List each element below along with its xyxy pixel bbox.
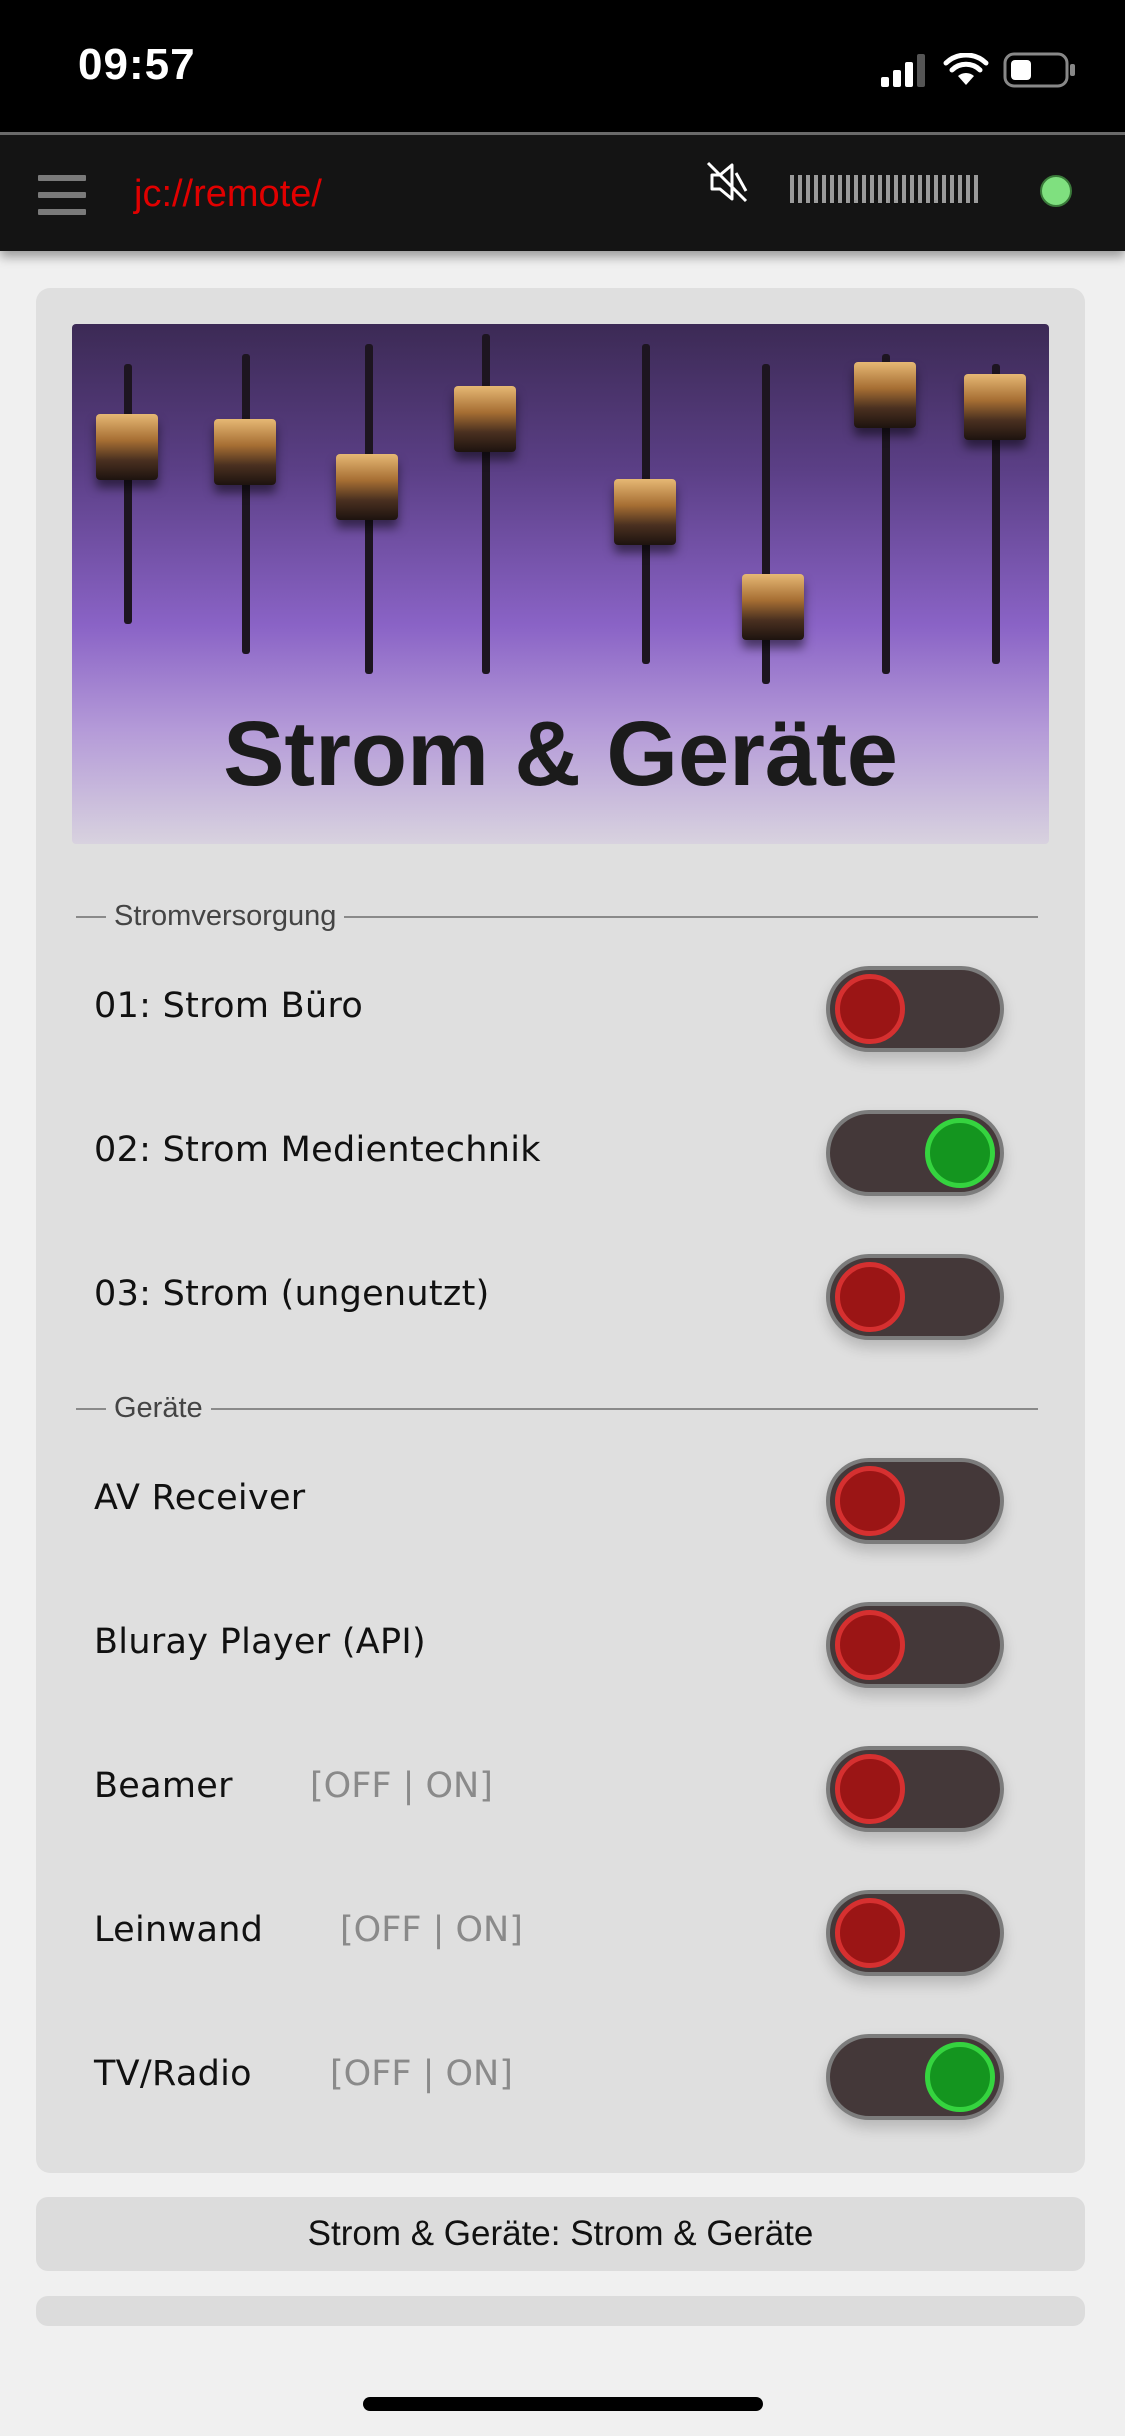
row-label: TV/Radio — [94, 2054, 252, 2094]
home-indicator[interactable] — [363, 2397, 763, 2411]
battery-icon — [1003, 52, 1075, 88]
tv-radio-toggle[interactable] — [826, 2034, 1004, 2120]
toggle-row-av-receiver: AV Receiver — [94, 1448, 1054, 1548]
mixer-fader-image — [96, 414, 158, 480]
status-time: 09:57 — [78, 40, 196, 89]
legend-text: Geräte — [106, 1392, 211, 1425]
top-bar: jc://remote/ — [0, 132, 1125, 251]
toggle-row-bluray-player: Bluray Player (API) — [94, 1592, 1054, 1692]
footer-spacer — [36, 2296, 1085, 2326]
content-card: Strom & Geräte Stromversorgung 01: Strom… — [36, 288, 1085, 2173]
strom-ungenutzt-toggle[interactable] — [826, 1254, 1004, 1340]
hamburger-menu-icon[interactable] — [38, 175, 86, 215]
toggle-row-beamer: Beamer [OFF | ON] — [94, 1736, 1054, 1836]
row-hint: [OFF | ON] — [310, 1766, 493, 1806]
row-label: 02: Strom Medientechnik — [94, 1130, 541, 1170]
row-hint: [OFF | ON] — [340, 1910, 523, 1950]
av-receiver-toggle[interactable] — [826, 1458, 1004, 1544]
connection-status-indicator — [1040, 175, 1072, 207]
leinwand-toggle[interactable] — [826, 1890, 1004, 1976]
row-hint: [OFF | ON] — [330, 2054, 513, 2094]
speaker-muted-icon[interactable] — [704, 159, 750, 205]
beamer-toggle[interactable] — [826, 1746, 1004, 1832]
toggle-row-leinwand: Leinwand [OFF | ON] — [94, 1880, 1054, 1980]
row-label: 03: Strom (ungenutzt) — [94, 1274, 490, 1314]
signal-icon — [881, 54, 925, 87]
legend-geraete: Geräte — [76, 1392, 1038, 1425]
footer-breadcrumb: Strom & Geräte: Strom & Geräte — [36, 2197, 1085, 2271]
row-label: AV Receiver — [94, 1478, 306, 1518]
toggle-row-strom-buero: 01: Strom Büro — [94, 956, 1054, 1056]
status-bar: 09:57 — [0, 0, 1125, 132]
row-label: Bluray Player (API) — [94, 1622, 427, 1662]
toggle-row-strom-medientechnik: 02: Strom Medientechnik — [94, 1100, 1054, 1200]
hero-title: Strom & Geräte — [223, 703, 898, 805]
toggle-row-strom-ungenutzt: 03: Strom (ungenutzt) — [94, 1244, 1054, 1344]
bluray-player-toggle[interactable] — [826, 1602, 1004, 1688]
hero-banner: Strom & Geräte — [72, 324, 1049, 844]
row-label: 01: Strom Büro — [94, 986, 364, 1026]
strom-medientechnik-toggle[interactable] — [826, 1110, 1004, 1196]
wifi-icon — [943, 53, 989, 85]
row-label: Beamer — [94, 1766, 233, 1806]
app-title[interactable]: jc://remote/ — [134, 173, 322, 216]
toggle-row-tv-radio: TV/Radio [OFF | ON] — [94, 2024, 1054, 2124]
row-label: Leinwand — [94, 1910, 264, 1950]
legend-text: Stromversorgung — [106, 900, 345, 933]
status-icons — [879, 48, 1077, 92]
strom-buero-toggle[interactable] — [826, 966, 1004, 1052]
legend-stromversorgung: Stromversorgung — [76, 900, 1038, 933]
volume-level-bar[interactable] — [790, 175, 978, 207]
